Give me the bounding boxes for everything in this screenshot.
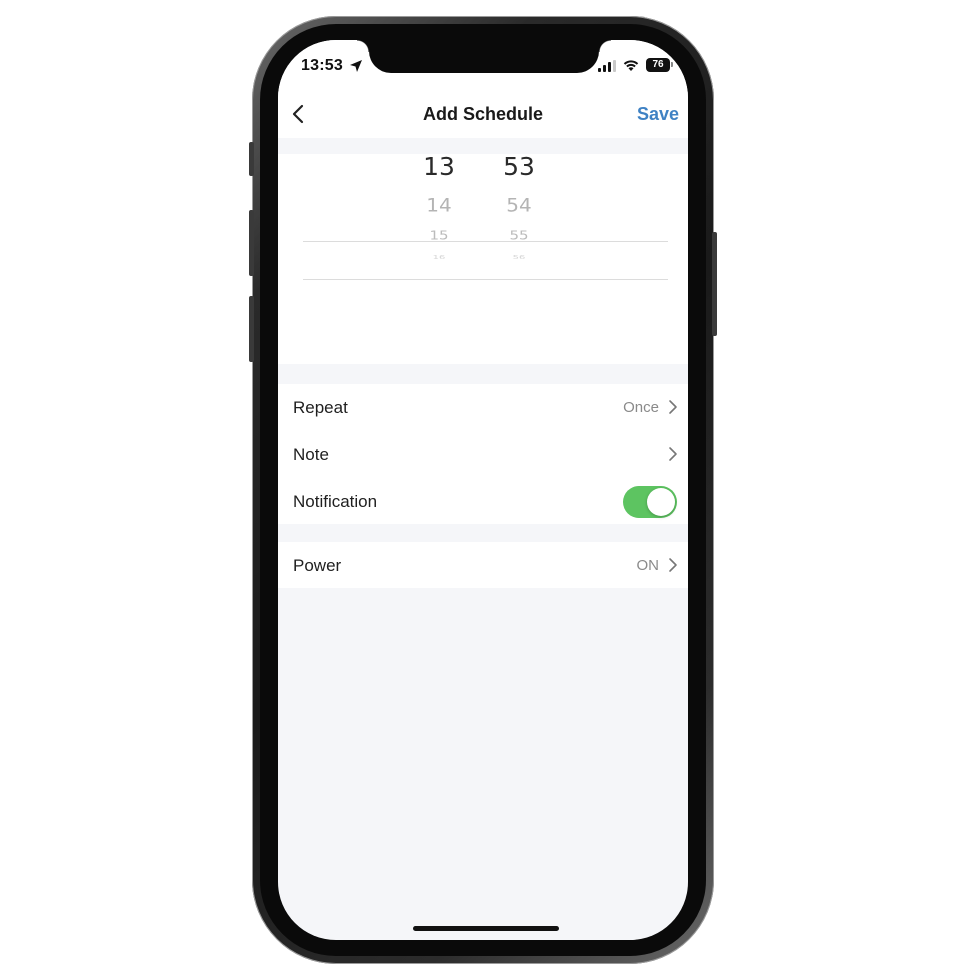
power-group: Power ON (278, 542, 688, 588)
repeat-value: Once (623, 399, 659, 416)
notification-label: Notification (293, 492, 378, 511)
volume-up-button (249, 210, 254, 276)
screenshot-stage: 13:53 76 Add Schedule Save 13 14 15 16 5… (0, 0, 980, 980)
schedule-options-group: Repeat Once Note Notification (278, 384, 688, 524)
minute-wheel[interactable]: 50515253545556 (489, 154, 549, 364)
page-title: Add Schedule (422, 104, 543, 124)
hour-option[interactable]: 15 (409, 229, 469, 242)
note-row[interactable]: Note (278, 431, 688, 477)
hour-option[interactable]: 16 (409, 255, 469, 261)
picker-selection-band (303, 241, 668, 280)
notification-row: Notification (278, 478, 688, 524)
mute-switch (249, 142, 254, 176)
notification-toggle[interactable] (623, 486, 677, 518)
hour-wheel[interactable]: 10111213141516 (409, 154, 469, 364)
chevron-right-icon (669, 447, 677, 461)
navigation-bar: Add Schedule Save (278, 90, 688, 138)
battery-indicator: 76 (646, 58, 670, 72)
time-picker[interactable]: 10111213141516 50515253545556 (278, 154, 688, 364)
volume-down-button (249, 296, 254, 362)
minute-selected-value[interactable]: 53 (489, 154, 549, 179)
power-value: ON (636, 557, 660, 574)
chevron-right-icon (669, 400, 677, 414)
minute-option[interactable]: 56 (489, 255, 549, 261)
repeat-row[interactable]: Repeat Once (278, 384, 688, 430)
minute-option[interactable]: 54 (489, 196, 549, 215)
chevron-right-icon (669, 558, 677, 572)
power-label: Power (293, 556, 342, 575)
note-label: Note (293, 445, 329, 464)
hour-selected-value[interactable]: 13 (409, 154, 469, 179)
hour-option[interactable]: 14 (409, 196, 469, 215)
minute-option[interactable]: 55 (489, 229, 549, 242)
power-row[interactable]: Power ON (278, 542, 688, 588)
notch (357, 40, 611, 73)
battery-cap (671, 62, 673, 67)
cellular-signal-icon (598, 60, 616, 72)
toggle-knob (647, 488, 675, 516)
power-side-button (712, 232, 717, 336)
wifi-icon (623, 60, 639, 71)
location-arrow-icon (350, 60, 362, 72)
home-indicator[interactable] (413, 926, 559, 931)
save-button[interactable]: Save (637, 104, 679, 125)
repeat-label: Repeat (293, 398, 348, 417)
phone-screen: 13:53 76 Add Schedule Save 13 14 15 16 5… (278, 40, 688, 940)
status-time: 13:53 (301, 57, 343, 74)
